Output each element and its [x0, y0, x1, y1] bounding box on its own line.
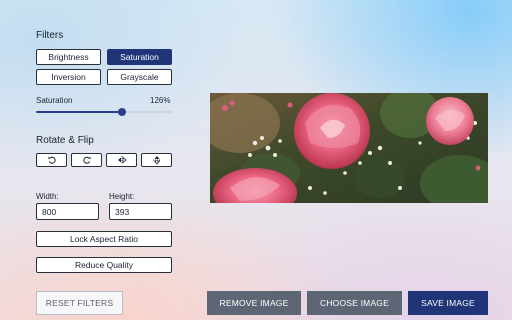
- filter-saturation-button[interactable]: Saturation: [107, 49, 172, 65]
- flip-vertical-button[interactable]: [141, 153, 172, 167]
- saturation-slider-fill: [36, 111, 122, 113]
- slider-value: 126%: [150, 96, 171, 105]
- rotate-right-icon: [82, 156, 91, 164]
- width-label: Width:: [36, 192, 59, 201]
- saturation-slider[interactable]: [36, 108, 172, 116]
- image-preview: [210, 93, 488, 203]
- rotate-flip-title: Rotate & Flip: [36, 135, 94, 146]
- rotate-left-icon: [47, 156, 56, 164]
- filter-grayscale-button[interactable]: Grayscale: [107, 69, 172, 85]
- slider-name: Saturation: [36, 96, 73, 105]
- rotate-left-button[interactable]: [36, 153, 67, 167]
- reduce-quality-button[interactable]: Reduce Quality: [36, 257, 172, 273]
- width-input[interactable]: 800: [36, 203, 99, 220]
- lock-aspect-ratio-button[interactable]: Lock Aspect Ratio: [36, 231, 172, 247]
- reset-filters-button[interactable]: RESET FILTERS: [36, 291, 123, 315]
- flower-photo: [210, 93, 488, 203]
- choose-image-button[interactable]: CHOOSE IMAGE: [307, 291, 402, 315]
- filter-brightness-button[interactable]: Brightness: [36, 49, 101, 65]
- save-image-button[interactable]: SAVE IMAGE: [408, 291, 488, 315]
- height-input[interactable]: 393: [109, 203, 172, 220]
- filters-title: Filters: [36, 30, 64, 41]
- filter-inversion-button[interactable]: Inversion: [36, 69, 101, 85]
- flip-vertical-icon: [152, 156, 161, 165]
- rotate-right-button[interactable]: [71, 153, 102, 167]
- remove-image-button[interactable]: REMOVE IMAGE: [207, 291, 301, 315]
- height-label: Height:: [109, 192, 135, 201]
- flip-horizontal-button[interactable]: [106, 153, 137, 167]
- saturation-slider-thumb[interactable]: [117, 108, 126, 116]
- flip-horizontal-icon: [117, 156, 127, 164]
